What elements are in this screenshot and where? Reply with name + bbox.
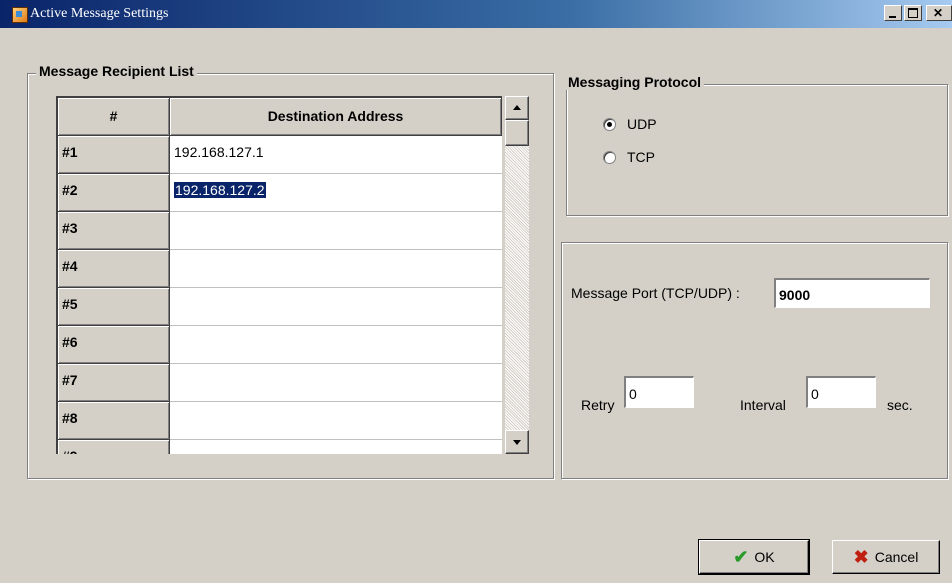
recipient-grid[interactable]: # Destination Address #1 192.168.127.1 #…	[56, 96, 502, 454]
tcp-label[interactable]: TCP	[627, 149, 655, 165]
row-index: #8	[58, 402, 170, 440]
protocol-group	[566, 84, 948, 216]
checkmark-icon: ✔	[733, 547, 749, 567]
close-button[interactable]	[926, 5, 952, 21]
table-row[interactable]: #8	[58, 402, 502, 440]
ok-button[interactable]: ✔ OK	[698, 539, 810, 575]
row-index: #3	[58, 212, 170, 250]
retry-input[interactable]	[624, 376, 694, 408]
address-cell[interactable]: 192.168.127.2	[170, 174, 502, 212]
window-title: Active Message Settings	[30, 6, 169, 21]
port-label: Message Port (TCP/UDP) :	[571, 285, 740, 301]
interval-input[interactable]	[806, 376, 876, 408]
grid-header-row: # Destination Address	[58, 98, 502, 136]
interval-unit: sec.	[887, 397, 913, 413]
table-row[interactable]: #4	[58, 250, 502, 288]
port-input[interactable]	[774, 278, 930, 308]
minimize-button[interactable]	[884, 5, 902, 21]
row-index: #9	[58, 440, 170, 454]
grid-scrollbar[interactable]	[505, 96, 529, 454]
udp-radio[interactable]	[603, 118, 616, 131]
address-cell[interactable]: 192.168.127.1	[170, 136, 502, 174]
address-cell[interactable]	[170, 440, 502, 454]
cancel-label: Cancel	[874, 549, 919, 565]
address-cell[interactable]	[170, 402, 502, 440]
title-bar[interactable]: Active Message Settings	[0, 0, 952, 28]
table-row[interactable]: #2 192.168.127.2	[58, 174, 502, 212]
address-cell[interactable]	[170, 326, 502, 364]
selected-text[interactable]: 192.168.127.2	[174, 182, 266, 198]
row-index: #4	[58, 250, 170, 288]
row-index: #6	[58, 326, 170, 364]
address-cell[interactable]	[170, 288, 502, 326]
maximize-button[interactable]	[904, 5, 922, 21]
udp-label[interactable]: UDP	[627, 116, 657, 132]
address-cell[interactable]	[170, 212, 502, 250]
interval-label: Interval	[740, 397, 786, 413]
retry-label: Retry	[581, 397, 615, 413]
recipient-list-label: Message Recipient List	[36, 63, 197, 79]
row-index: #5	[58, 288, 170, 326]
x-icon: ✖	[853, 547, 869, 567]
scroll-down-button[interactable]	[505, 430, 529, 454]
app-icon	[12, 7, 28, 23]
table-row[interactable]: #7	[58, 364, 502, 402]
scroll-thumb[interactable]	[505, 120, 529, 146]
table-row[interactable]: #5	[58, 288, 502, 326]
cancel-button[interactable]: ✖ Cancel	[832, 540, 940, 574]
ok-label: OK	[754, 549, 775, 565]
protocol-label: Messaging Protocol	[565, 74, 705, 90]
table-row[interactable]: #6	[58, 326, 502, 364]
address-cell[interactable]	[170, 364, 502, 402]
table-row[interactable]: #9	[58, 440, 502, 454]
row-index: #2	[58, 174, 170, 212]
column-header-index[interactable]: #	[58, 98, 170, 136]
scroll-up-button[interactable]	[505, 96, 529, 120]
table-row[interactable]: #1 192.168.127.1	[58, 136, 502, 174]
address-cell[interactable]	[170, 250, 502, 288]
row-index: #1	[58, 136, 170, 174]
table-row[interactable]: #3	[58, 212, 502, 250]
row-index: #7	[58, 364, 170, 402]
column-header-address[interactable]: Destination Address	[170, 98, 502, 136]
tcp-radio[interactable]	[603, 151, 616, 164]
